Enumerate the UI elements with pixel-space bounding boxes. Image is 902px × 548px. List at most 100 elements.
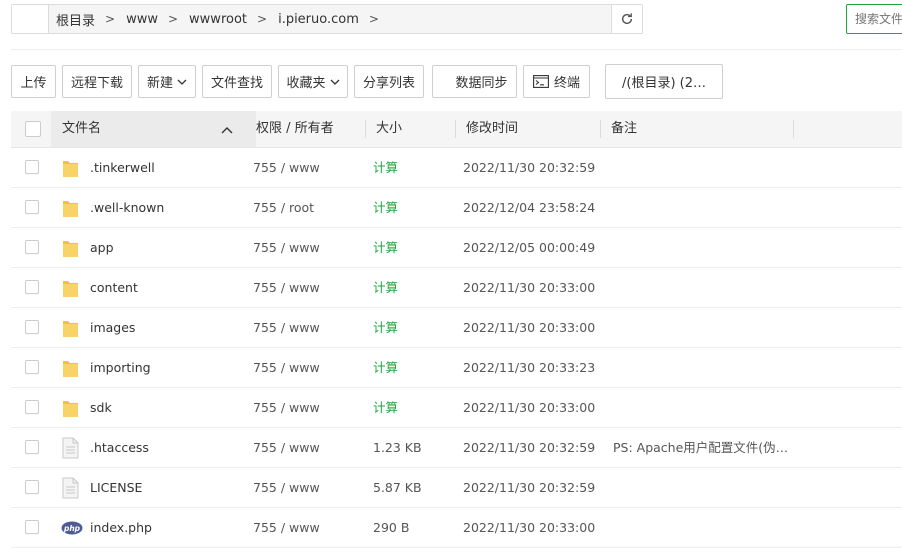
select-all-checkbox[interactable] [25,121,41,137]
row-checkbox[interactable] [25,400,39,414]
file-name[interactable]: LICENSE [90,468,250,507]
remote-download-button[interactable]: 远程下载 [62,65,132,98]
row-checkbox[interactable] [25,520,39,534]
file-remark[interactable] [613,388,793,427]
table-row[interactable]: app 755 / www 计算 2022/12/05 00:00:49 [11,228,902,268]
file-size[interactable]: 计算 [373,188,453,227]
file-name[interactable]: .tinkerwell [90,148,250,187]
crumb-site[interactable]: i.pieruo.com [270,12,366,27]
file-modified: 2022/11/30 20:33:00 [463,320,596,335]
file-name[interactable]: app [90,228,250,267]
sort-asc-icon[interactable] [221,126,233,134]
svg-text:php: php [63,524,81,533]
table-row[interactable]: content 755 / www 计算 2022/11/30 20:33:00 [11,268,902,308]
column-modified[interactable]: 修改时间 [466,111,518,147]
file-remark[interactable] [613,348,793,387]
new-button[interactable]: 新建 [138,65,196,98]
row-checkbox[interactable] [25,440,39,454]
file-name[interactable]: .well-known [90,188,250,227]
crumb-www[interactable]: www [118,12,165,27]
file-remark[interactable] [613,268,793,307]
file-remark[interactable]: PS: Apache用户配置文件(伪… [613,428,793,467]
file-remark[interactable] [613,148,793,187]
folder-icon [61,357,83,379]
file-permission[interactable]: 755 / www [253,308,363,347]
column-remark[interactable]: 备注 [611,111,637,147]
table-row[interactable]: images 755 / www 计算 2022/11/30 20:33:00 [11,308,902,348]
file-size[interactable]: 计算 [373,348,453,387]
tab-root[interactable]: /(根目录) (2… [605,64,723,99]
file-size[interactable]: 计算 [373,308,453,347]
file-icon [61,437,83,459]
file-search-label: 文件查找 [210,76,263,91]
file-icon [61,477,83,499]
terminal-button[interactable]: 终端 [523,65,590,98]
upload-button[interactable]: 上传 [11,65,56,98]
crumb-wwwroot[interactable]: wwwroot [181,12,254,27]
file-size[interactable]: 计算 [373,228,453,267]
refresh-button[interactable] [611,5,642,33]
file-size[interactable]: 计算 [373,388,453,427]
row-checkbox[interactable] [25,160,39,174]
file-modified: 2022/11/30 20:33:00 [463,520,596,535]
file-size[interactable]: 计算 [373,268,453,307]
file-permission[interactable]: 755 / www [253,348,363,387]
file-name[interactable]: index.php [90,508,250,547]
table-row[interactable]: .well-known 755 / root 计算 2022/12/04 23:58:… [11,188,902,228]
crumb-separator: > [257,12,268,26]
path-home-box[interactable] [12,5,49,33]
file-name[interactable]: sdk [90,388,250,427]
file-remark[interactable] [613,508,793,547]
table-row[interactable]: sdk 755 / www 计算 2022/11/30 20:33:00 [11,388,902,428]
row-checkbox[interactable] [25,280,39,294]
column-divider [455,120,456,138]
file-remark[interactable] [613,308,793,347]
folder-icon [61,237,83,259]
file-permission[interactable]: 755 / root [253,188,363,227]
file-name[interactable]: content [90,268,250,307]
file-remark[interactable] [613,468,793,507]
file-permission[interactable]: 755 / www [253,228,363,267]
row-checkbox[interactable] [25,200,39,214]
file-permission[interactable]: 755 / www [253,428,363,467]
row-checkbox[interactable] [25,240,39,254]
column-permission[interactable]: 权限 / 所有者 [256,111,334,147]
row-checkbox[interactable] [25,480,39,494]
row-checkbox[interactable] [25,320,39,334]
file-name[interactable]: importing [90,348,250,387]
crumb-root[interactable]: 根目录 [48,10,102,29]
file-permission[interactable]: 755 / www [253,508,363,547]
file-permission[interactable]: 755 / www [253,268,363,307]
chevron-down-icon [177,79,187,85]
table-row[interactable]: importing 755 / www 计算 2022/11/30 20:33:23 [11,348,902,388]
terminal-icon [533,75,549,88]
folder-icon [61,157,83,179]
share-list-label: 分享列表 [362,76,415,91]
path-bar[interactable]: 根目录 > www > wwwroot > i.pieruo.com > [11,4,643,34]
file-permission[interactable]: 755 / www [253,148,363,187]
column-divider [793,120,794,138]
new-label: 新建 [146,76,173,91]
file-remark[interactable] [613,228,793,267]
file-name[interactable]: images [90,308,250,347]
data-sync-button[interactable]: 数据同步 [432,65,517,98]
table-row[interactable]: LICENSE 755 / www 5.87 KB 2022/11/30 20:32:… [11,468,902,508]
file-size[interactable]: 计算 [373,148,453,187]
file-permission[interactable]: 755 / www [253,468,363,507]
row-checkbox[interactable] [25,360,39,374]
table-row[interactable]: .tinkerwell 755 / www 计算 2022/11/30 20:32:5… [11,148,902,188]
search-input[interactable] [846,4,902,34]
file-modified: 2022/11/30 20:33:00 [463,280,596,295]
favorites-button[interactable]: 收藏夹 [278,65,348,98]
share-list-button[interactable]: 分享列表 [354,65,424,98]
column-size[interactable]: 大小 [376,111,402,147]
crumb-separator: > [105,12,116,26]
data-sync-label: 数据同步 [455,76,508,91]
table-row[interactable]: php index.php 755 / www 290 B 2022/11/30 20:… [11,508,902,548]
file-remark[interactable] [613,188,793,227]
file-name[interactable]: .htaccess [90,428,250,467]
table-row[interactable]: .htaccess 755 / www 1.23 KB 2022/11/30 20:3… [11,428,902,468]
file-permission[interactable]: 755 / www [253,388,363,427]
column-name[interactable]: 文件名 [62,111,101,147]
file-search-button[interactable]: 文件查找 [202,65,272,98]
